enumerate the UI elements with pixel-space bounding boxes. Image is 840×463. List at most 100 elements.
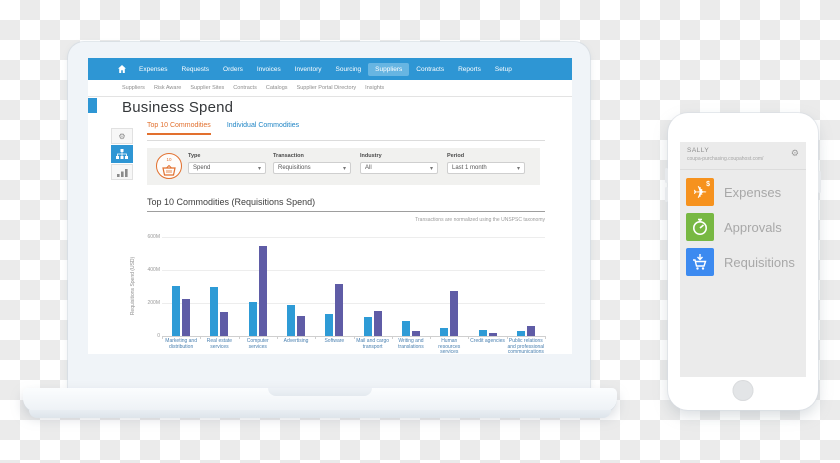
filter-select-industry[interactable]: All ▾	[360, 162, 438, 174]
laptop-base	[23, 388, 617, 418]
bar-chart-view-button[interactable]	[111, 164, 133, 180]
bar-public-relations-and-professional-communications-series-purple	[526, 326, 535, 336]
x-axis-tick	[200, 336, 202, 339]
bar-real-estate-services-series-purple	[220, 311, 229, 336]
gear-icon: ⚙	[118, 131, 126, 141]
chevron-down-icon: ▾	[342, 165, 346, 172]
y-tick-label: 0	[157, 333, 160, 339]
x-axis-label-mail-and-cargo-transport[interactable]: Mail and cargo transport	[354, 338, 391, 350]
sub-nav-item-catalogs[interactable]: Catalogs	[266, 85, 288, 91]
plot-area	[162, 237, 546, 339]
gridline	[162, 303, 545, 304]
gear-icon[interactable]: ⚙	[791, 149, 799, 158]
x-axis-label-computer-services[interactable]: Computer services	[239, 338, 276, 350]
filter-period: Period Last 1 month ▾	[447, 153, 525, 174]
y-axis-label: Requisitions Spend (USD)	[130, 256, 136, 316]
laptop-screen: Expenses Requests Orders Invoices Inventory S…	[88, 58, 572, 354]
x-axis-tick	[276, 336, 278, 339]
x-axis-tick	[506, 336, 508, 339]
phone-menu-label: Requisitions	[724, 254, 795, 270]
x-axis-label-advertising[interactable]: Advertising	[278, 338, 315, 345]
settings-button[interactable]: ⚙	[111, 128, 133, 144]
bar-advertising-series-purple	[297, 315, 306, 336]
top-nav-item-contracts[interactable]: Contracts	[409, 63, 451, 76]
home-icon[interactable]	[118, 65, 126, 73]
phone-power-button	[818, 171, 821, 193]
x-axis-label-public-relations-and-professional-communications[interactable]: Public relations and professional commun…	[507, 338, 544, 354]
phone-menu: ✈ $ Expenses Approvals Requisitions	[680, 170, 806, 276]
tab-top-10-commodities[interactable]: Top 10 Commodities	[147, 122, 211, 135]
top-nav-item-sourcing[interactable]: Sourcing	[329, 63, 369, 76]
filter-value: All	[365, 165, 372, 171]
sub-nav-item-supplier-portal-directory[interactable]: Supplier Portal Directory	[297, 85, 357, 91]
phone-home-button[interactable]	[732, 380, 754, 401]
phone-volume-button	[665, 187, 668, 202]
bar-software-series-blue	[325, 314, 334, 336]
page-title: Business Spend	[122, 99, 234, 116]
x-axis-label-real-estate-services[interactable]: Real estate services	[201, 338, 238, 350]
top-nav-item-setup[interactable]: Setup	[488, 63, 519, 76]
bar-chart-icon	[116, 168, 128, 177]
filter-select-period[interactable]: Last 1 month ▾	[447, 162, 525, 174]
x-axis-tick	[468, 336, 470, 339]
sub-nav-item-suppliers[interactable]: Suppliers	[122, 85, 145, 91]
filter-transaction: Transaction Requisitions ▾	[273, 153, 351, 174]
hierarchy-view-button[interactable]	[111, 145, 133, 163]
phone-menu-item-requisitions[interactable]: Requisitions	[686, 248, 800, 276]
top-nav-item-invoices[interactable]: Invoices	[250, 63, 288, 76]
phone-menu-label: Expenses	[724, 184, 782, 200]
filter-label: Industry	[360, 153, 382, 159]
top-nav-item-orders[interactable]: Orders	[216, 63, 250, 76]
x-axis-tick	[353, 336, 355, 339]
x-axis-tick	[315, 336, 317, 339]
x-axis-tick	[162, 336, 163, 339]
collapsed-panel-tab[interactable]	[88, 98, 97, 113]
stopwatch-icon	[686, 213, 714, 241]
laptop-mockup: Expenses Requests Orders Invoices Inventory S…	[68, 42, 590, 388]
transparency-checkerboard-background: Expenses Requests Orders Invoices Inventory S…	[0, 0, 840, 463]
phone-menu-item-expenses[interactable]: ✈ $ Expenses	[686, 178, 800, 206]
bar-real-estate-services-series-blue	[210, 287, 219, 336]
x-axis-label-human-resources-services[interactable]: Human resources services	[431, 338, 468, 354]
bar-computer-services-series-blue	[248, 302, 257, 336]
phone-username: SALLY	[687, 147, 710, 154]
top-nav: Expenses Requests Orders Invoices Inventory S…	[88, 58, 572, 80]
top-nav-item-requests[interactable]: Requests	[175, 63, 216, 76]
x-axis-label-software[interactable]: Software	[316, 338, 353, 345]
bar-advertising-series-blue	[287, 305, 296, 336]
chart-title: Top 10 Commodities (Requisitions Spend)	[147, 197, 316, 207]
x-axis-label-marketing-and-distribution[interactable]: Marketing and distribution	[163, 338, 200, 350]
bar-human-resources-services-series-purple	[450, 291, 459, 336]
hierarchy-icon	[116, 148, 128, 159]
filter-industry: Industry All ▾	[360, 153, 438, 174]
phone-menu-item-approvals[interactable]: Approvals	[686, 213, 800, 241]
sub-nav-item-contracts[interactable]: Contracts	[233, 85, 257, 91]
y-tick-label: 400M	[147, 267, 160, 273]
tab-individual-commodities[interactable]: Individual Commodities	[227, 122, 299, 135]
chart-title-rule	[147, 211, 545, 212]
bar-writing-and-translations-series-blue	[401, 320, 410, 336]
tabs-divider	[147, 140, 545, 141]
sub-nav-item-supplier-sites[interactable]: Supplier Sites	[190, 85, 224, 91]
bar-credit-agencies-series-blue	[478, 330, 487, 336]
x-axis-label-credit-agencies[interactable]: Credit agencies	[469, 338, 506, 345]
phone-menu-label: Approvals	[724, 219, 782, 235]
phone-mockup: SALLY coupa-purchasing.coupahost.com/ ⚙ …	[665, 113, 821, 410]
phone-screen: SALLY coupa-purchasing.coupahost.com/ ⚙ …	[680, 142, 806, 377]
top-nav-item-expenses[interactable]: Expenses	[132, 63, 175, 76]
phone-app-header: SALLY coupa-purchasing.coupahost.com/ ⚙	[680, 142, 806, 170]
x-axis-tick	[238, 336, 240, 339]
chevron-down-icon: ▾	[516, 165, 520, 172]
top-nav-item-inventory[interactable]: Inventory	[288, 63, 329, 76]
gridline	[162, 270, 545, 271]
x-axis-tick	[430, 336, 432, 339]
filter-select-type[interactable]: Spend ▾	[188, 162, 266, 174]
sub-nav-item-insights[interactable]: Insights	[365, 85, 384, 91]
top-nav-item-suppliers[interactable]: Suppliers	[368, 62, 410, 76]
sub-nav-item-risk-aware[interactable]: Risk Aware	[154, 85, 181, 91]
x-axis-label-writing-and-translations[interactable]: Writing and translations	[392, 338, 429, 350]
bar-mail-and-cargo-transport-series-blue	[363, 317, 372, 336]
top-nav-item-reports[interactable]: Reports	[451, 63, 488, 76]
basket-icon	[162, 164, 176, 176]
filter-select-transaction[interactable]: Requisitions ▾	[273, 162, 351, 174]
